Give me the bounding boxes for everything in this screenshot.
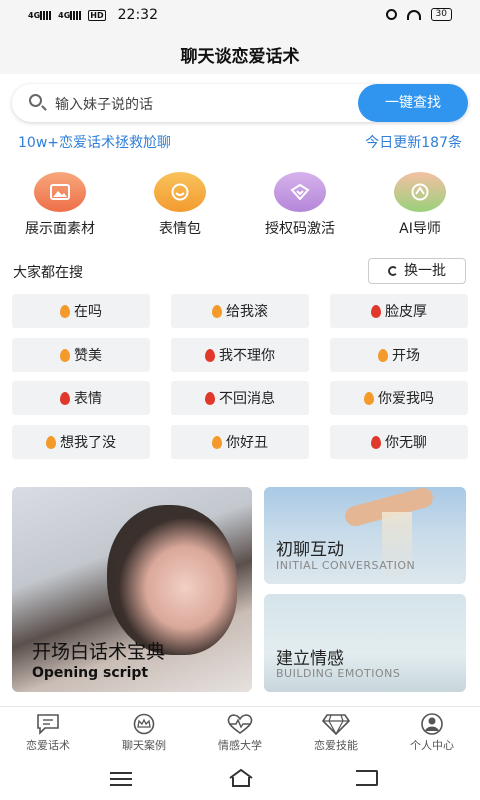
flame-icon <box>212 304 222 318</box>
refresh-label: 换一批 <box>404 263 446 279</box>
chip-label: 想我了没 <box>60 435 116 451</box>
chip-label: 表情 <box>74 391 102 407</box>
chip-label: 给我滚 <box>226 304 268 320</box>
alarm-icon <box>385 9 397 20</box>
hot-chip[interactable]: 你无聊 <box>330 425 468 459</box>
tab-label: 恋爱技能 <box>314 739 358 752</box>
hot-chip[interactable]: 我不理你 <box>171 338 309 372</box>
opening-script-card[interactable]: 开场白话术宝典 Opening script <box>12 487 252 692</box>
app-header: 聊天谈恋爱话术 <box>0 30 480 74</box>
refresh-icon <box>388 266 398 276</box>
feature-stickers[interactable]: 表情包 <box>130 172 230 238</box>
search-input[interactable]: 输入妹子说的话 <box>55 94 153 114</box>
feature-ai-tutor[interactable]: AI导师 <box>370 172 470 238</box>
status-bar: 4G 4G HD 22:32 30 <box>0 0 480 30</box>
feature-label: AI导师 <box>399 221 441 237</box>
diamond-icon <box>288 713 384 736</box>
back-icon[interactable] <box>356 770 378 786</box>
heartbeat-icon <box>192 713 288 735</box>
page-title: 聊天谈恋爱话术 <box>180 47 300 67</box>
tab-chat-cases[interactable]: 聊天案例 <box>96 713 192 753</box>
battery-icon: 30 <box>430 8 452 21</box>
chip-label: 开场 <box>392 348 420 364</box>
feature-label: 展示面素材 <box>25 221 95 237</box>
flame-icon <box>205 391 215 405</box>
signal-icon: 4G <box>58 10 83 20</box>
chip-label: 你爱我吗 <box>378 391 434 407</box>
card-title: 初聊互动 <box>276 540 344 560</box>
flame-icon <box>60 348 70 362</box>
hd-badge: HD <box>88 9 106 21</box>
feature-activation[interactable]: 授权码激活 <box>250 172 350 238</box>
crown-icon <box>96 713 192 735</box>
card-subtitle: BUILDING EMOTIONS <box>276 667 401 680</box>
bottom-tab-bar: 恋爱话术 聊天案例 情感大学 恋爱技能 个人中心 <box>0 706 480 759</box>
flame-icon <box>364 391 374 405</box>
search-button[interactable]: 一键查找 <box>358 84 468 122</box>
refresh-button[interactable]: 换一批 <box>368 258 466 284</box>
hot-chip[interactable]: 在吗 <box>12 294 150 328</box>
promo-text: 10w+恋爱话术拯救尬聊 <box>18 135 171 151</box>
flame-icon <box>205 348 215 362</box>
search-icon <box>29 94 42 107</box>
chip-label: 赞美 <box>74 348 102 364</box>
flame-icon <box>46 435 56 449</box>
heart-check-icon <box>274 172 326 212</box>
tab-label: 聊天案例 <box>122 739 166 752</box>
clock: 22:32 <box>117 7 158 23</box>
flame-icon <box>60 304 70 318</box>
tab-label: 恋爱话术 <box>26 739 70 752</box>
tab-label: 情感大学 <box>218 739 262 752</box>
hot-chip[interactable]: 给我滚 <box>171 294 309 328</box>
tab-love-talk[interactable]: 恋爱话术 <box>0 713 96 753</box>
smile-icon <box>154 172 206 212</box>
search-bar: 输入妹子说的话 一键查找 <box>12 84 468 122</box>
hot-chip[interactable]: 你好丑 <box>171 425 309 459</box>
person-icon <box>384 713 480 735</box>
update-count: 今日更新187条 <box>365 135 462 151</box>
ai-icon <box>394 172 446 212</box>
menu-icon[interactable] <box>110 772 132 786</box>
home-icon[interactable] <box>228 768 254 788</box>
hot-chip[interactable]: 表情 <box>12 381 150 415</box>
feature-showcase[interactable]: 展示面素材 <box>10 172 110 238</box>
card-subtitle: INITIAL CONVERSATION <box>276 559 416 572</box>
flame-icon <box>60 391 70 405</box>
hot-chip[interactable]: 想我了没 <box>12 425 150 459</box>
initial-conversation-card[interactable]: 初聊互动 INITIAL CONVERSATION <box>264 487 466 584</box>
hot-chip[interactable]: 开场 <box>330 338 468 372</box>
chip-label: 你无聊 <box>385 435 427 451</box>
card-title: 建立情感 <box>276 649 344 669</box>
hot-search-title: 大家都在搜 <box>13 265 83 281</box>
wifi-icon <box>406 9 421 20</box>
hot-chip[interactable]: 不回消息 <box>171 381 309 415</box>
card-subtitle: Opening script <box>32 665 149 681</box>
feature-grid: 展示面素材 表情包 授权码激活 AI导师 <box>0 172 480 242</box>
feature-label: 授权码激活 <box>265 221 335 237</box>
chip-label: 在吗 <box>74 304 102 320</box>
card-photo <box>107 505 237 655</box>
chip-label: 你好丑 <box>226 435 268 451</box>
chip-label: 我不理你 <box>219 348 275 364</box>
image-icon <box>34 172 86 212</box>
tab-love-skills[interactable]: 恋爱技能 <box>288 713 384 753</box>
tab-label: 个人中心 <box>410 739 454 752</box>
card-title: 开场白话术宝典 <box>32 641 166 663</box>
chip-label: 脸皮厚 <box>385 304 427 320</box>
building-emotions-card[interactable]: 建立情感 BUILDING EMOTIONS <box>264 594 466 692</box>
flame-icon <box>371 435 381 449</box>
hot-chip[interactable]: 脸皮厚 <box>330 294 468 328</box>
chip-label: 不回消息 <box>219 391 275 407</box>
signal-icon: 4G <box>28 10 53 20</box>
hot-chip[interactable]: 你爱我吗 <box>330 381 468 415</box>
flame-icon <box>212 435 222 449</box>
tab-profile[interactable]: 个人中心 <box>384 713 480 753</box>
feature-label: 表情包 <box>159 221 201 237</box>
flame-icon <box>378 348 388 362</box>
tab-emotion-university[interactable]: 情感大学 <box>192 713 288 753</box>
system-nav-bar <box>0 758 480 800</box>
hot-chip[interactable]: 赞美 <box>12 338 150 372</box>
chat-icon <box>0 713 96 735</box>
flame-icon <box>371 304 381 318</box>
